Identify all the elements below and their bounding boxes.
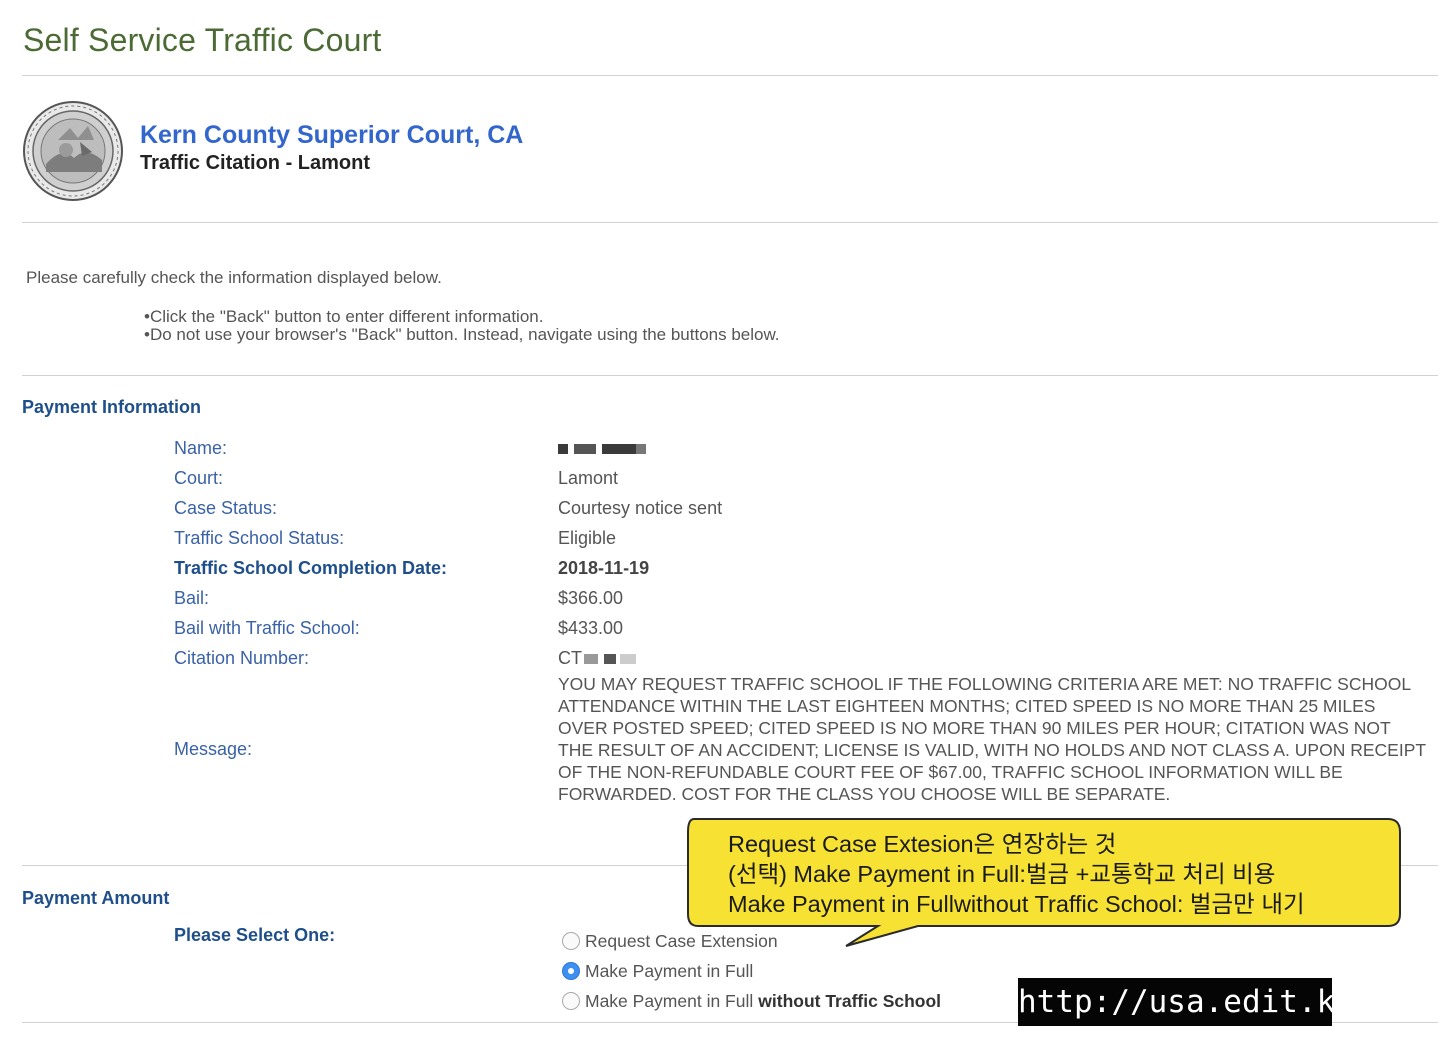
field-bail-with-traffic-school: Bail with Traffic School: $433.00	[174, 618, 1424, 648]
field-label: Name:	[174, 438, 228, 458]
field-label: Court:	[174, 468, 224, 488]
watermark-url: http://usa.edit.kr	[1018, 978, 1354, 1026]
callout-line: Request Case Extesion은 연장하는 것	[728, 831, 1117, 857]
field-traffic-school-completion-date: Traffic School Completion Date: 2018-11-…	[174, 558, 1424, 588]
field-case-status: Case Status: Courtesy notice sent	[174, 498, 1424, 528]
field-label: Bail:	[174, 588, 210, 608]
message-text: YOU MAY REQUEST TRAFFIC SCHOOL IF THE FO…	[558, 674, 1426, 804]
citation-subtitle: Traffic Citation - Lamont	[140, 152, 370, 174]
name-value-redacted	[558, 438, 646, 459]
field-value: 2018-11-19	[558, 558, 650, 578]
field-bail: Bail: $366.00	[174, 588, 1424, 618]
field-value: $366.00	[558, 588, 624, 608]
radio-button-selected-icon[interactable]	[562, 962, 580, 980]
field-name: Name:	[174, 438, 1424, 468]
citation-value-redacted: CT	[558, 648, 636, 669]
section-divider	[22, 222, 1438, 223]
callout-text: Request Case Extesion은 연장하는 것 (선택) Make …	[728, 829, 1305, 919]
field-value: Lamont	[558, 468, 619, 488]
radio-label: Make Payment in Full	[585, 960, 754, 981]
select-one-label: Please Select One:	[174, 925, 336, 945]
field-value: $433.00	[558, 618, 624, 638]
message-label: Message:	[174, 739, 253, 759]
radio-button-icon[interactable]	[562, 992, 580, 1010]
app-title: Self Service Traffic Court	[23, 22, 382, 58]
court-seal-logo	[23, 101, 123, 201]
intro-text: Please carefully check the information d…	[26, 268, 442, 287]
field-label: Traffic School Completion Date:	[174, 558, 448, 578]
radio-button-icon[interactable]	[562, 932, 580, 950]
callout-line: (선택) Make Payment in Full:벌금 +교통학교 처리 비용	[728, 861, 1276, 887]
note-item: Click the "Back" button to enter differe…	[144, 308, 780, 326]
field-label: Traffic School Status:	[174, 528, 345, 548]
annotation-callout: Request Case Extesion은 연장하는 것 (선택) Make …	[686, 818, 1402, 948]
field-label: Bail with Traffic School:	[174, 618, 360, 638]
field-value: Eligible	[558, 528, 617, 548]
payment-information-heading: Payment Information	[22, 397, 202, 417]
section-divider	[22, 375, 1438, 376]
header-divider	[22, 75, 1438, 76]
note-item: Do not use your browser's "Back" button.…	[144, 326, 780, 344]
field-label: Case Status:	[174, 498, 278, 518]
radio-label-bold: without Traffic School	[758, 990, 942, 1011]
radio-make-payment-without-traffic-school[interactable]: Make Payment in Full without Traffic Sch…	[562, 990, 941, 1012]
field-traffic-school-status: Traffic School Status: Eligible	[174, 528, 1424, 558]
radio-make-payment-in-full[interactable]: Make Payment in Full	[562, 960, 753, 982]
field-court: Court: Lamont	[174, 468, 1424, 498]
payment-amount-heading: Payment Amount	[22, 888, 170, 908]
radio-label: Make Payment in Full	[585, 990, 754, 1011]
field-value: Courtesy notice sent	[558, 498, 723, 518]
callout-line: Make Payment in Fullwithout Traffic Scho…	[728, 891, 1305, 917]
field-label: Citation Number:	[174, 648, 310, 668]
citation-prefix: CT	[558, 648, 582, 668]
instruction-notes: Click the "Back" button to enter differe…	[144, 308, 780, 344]
court-name: Kern County Superior Court, CA	[140, 121, 524, 149]
